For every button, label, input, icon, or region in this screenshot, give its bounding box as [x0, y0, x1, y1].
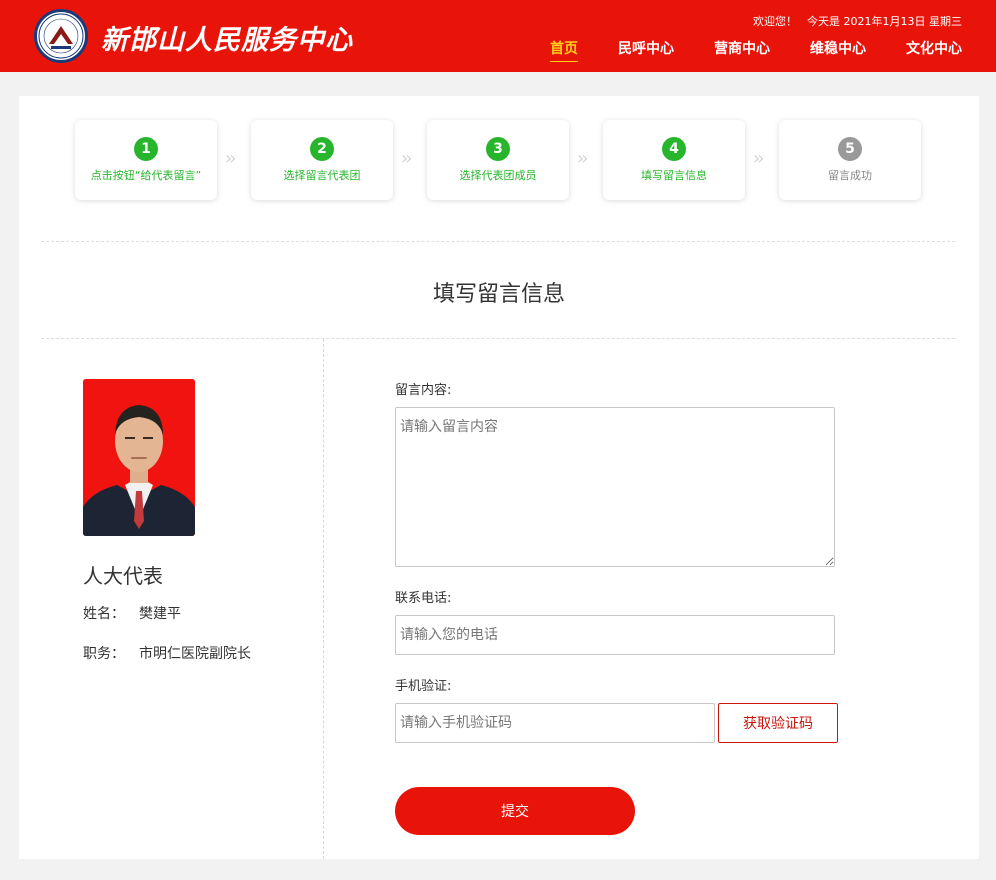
column-divider [323, 339, 324, 859]
divider [41, 241, 955, 242]
logo-emblem-icon[interactable] [34, 9, 88, 63]
verification-code-input[interactable] [395, 703, 715, 743]
nav-yingshang[interactable]: 营商中心 [714, 38, 770, 62]
step-3: 3 选择代表团成员 [427, 120, 569, 200]
step-4: 4 填写留言信息 [603, 120, 745, 200]
greeting-date: 欢迎您！ 今天是 2021年1月13日 星期三 [753, 13, 962, 29]
get-code-button[interactable]: 获取验证码 [718, 703, 838, 743]
step-arrow-icon: ›› [577, 148, 589, 169]
step-number: 4 [662, 137, 686, 161]
name-row: 姓名： 樊建平 [83, 603, 181, 623]
step-arrow-icon: ›› [225, 148, 237, 169]
nav-wenhua[interactable]: 文化中心 [906, 38, 962, 62]
nav-minhu[interactable]: 民呼中心 [618, 38, 674, 62]
step-1: 1 点击按钮“给代表留言” [75, 120, 217, 200]
date-text: 今天是 2021年1月13日 星期三 [807, 15, 962, 28]
progress-steps: 1 点击按钮“给代表留言” ›› 2 选择留言代表团 ›› 3 选择代表团成员 … [75, 120, 923, 200]
site-header: 新邯山人民服务中心 欢迎您！ 今天是 2021年1月13日 星期三 首页 民呼中心… [0, 0, 996, 72]
step-5: 5 留言成功 [779, 120, 921, 200]
nav-weiwen[interactable]: 维稳中心 [810, 38, 866, 62]
nav-home[interactable]: 首页 [550, 38, 578, 62]
representative-role: 人大代表 [83, 564, 163, 588]
step-arrow-icon: ›› [401, 148, 413, 169]
name-value: 樊建平 [139, 606, 181, 622]
step-number: 1 [134, 137, 158, 161]
phone-input[interactable] [395, 615, 835, 655]
step-arrow-icon: ›› [753, 148, 765, 169]
step-number: 2 [310, 137, 334, 161]
step-label: 填写留言信息 [641, 169, 707, 182]
main-card: 1 点击按钮“给代表留言” ›› 2 选择留言代表团 ›› 3 选择代表团成员 … [19, 96, 979, 859]
main-nav: 首页 民呼中心 营商中心 维稳中心 文化中心 [510, 38, 962, 62]
divider [41, 338, 955, 339]
position-value: 市明仁医院副院长 [139, 646, 251, 662]
step-label: 选择代表团成员 [459, 169, 537, 182]
step-2: 2 选择留言代表团 [251, 120, 393, 200]
page-title: 填写留言信息 [432, 282, 565, 307]
site-logo-text[interactable]: 新邯山人民服务中心 [101, 18, 353, 57]
step-label: 选择留言代表团 [283, 169, 361, 182]
step-label: 点击按钮“给代表留言” [90, 169, 202, 182]
step-label: 留言成功 [828, 169, 872, 182]
step-number: 5 [838, 137, 862, 161]
greeting-text: 欢迎您！ [753, 15, 798, 28]
message-content-textarea[interactable] [395, 407, 835, 567]
name-label: 姓名： [83, 606, 125, 622]
representative-photo [83, 379, 195, 536]
submit-button[interactable]: 提交 [395, 787, 635, 835]
step-number: 3 [486, 137, 510, 161]
position-row: 职务： 市明仁医院副院长 [83, 643, 251, 663]
position-label: 职务： [83, 646, 125, 662]
content-label: 留言内容: [395, 383, 452, 398]
phone-label: 联系电话: [395, 591, 452, 606]
verify-label: 手机验证: [395, 679, 452, 694]
